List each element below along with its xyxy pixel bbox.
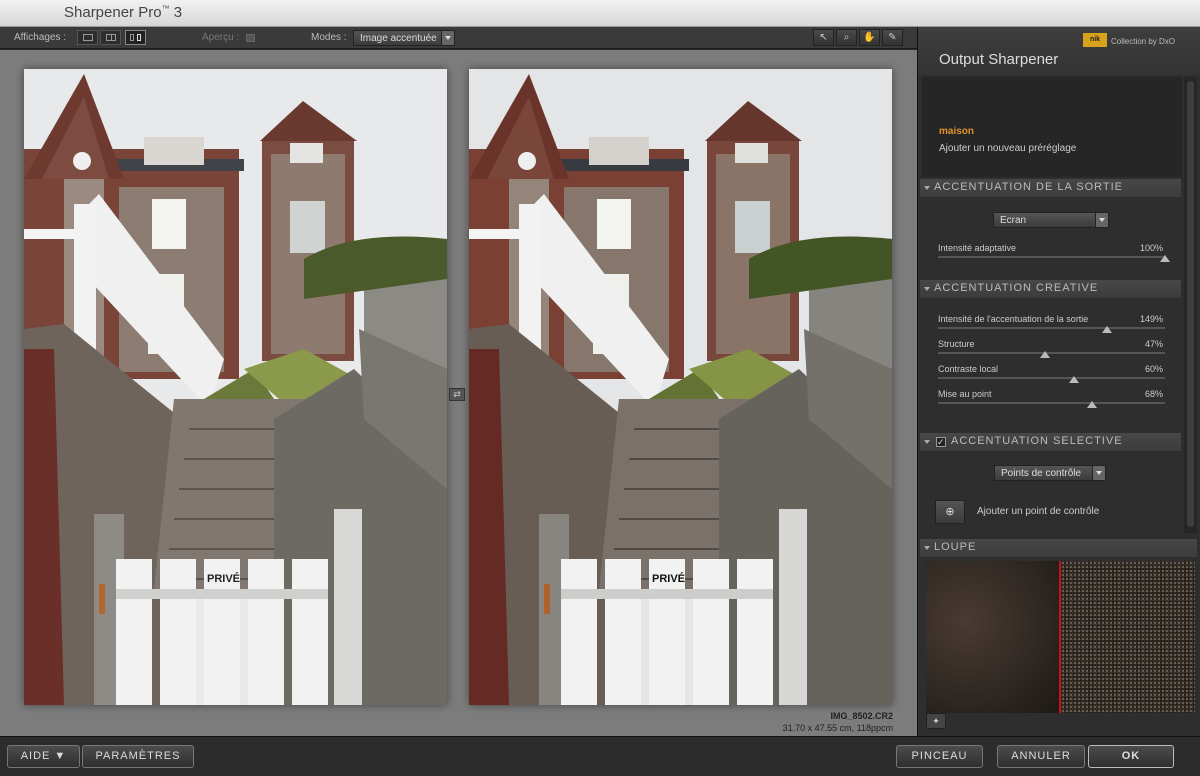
control-point-icon: ⊕ [945, 506, 955, 518]
slider-handle[interactable] [1087, 396, 1098, 408]
swap-icon: ⇄ [453, 389, 461, 399]
gate-sign-text: PRIVÉ [207, 572, 240, 585]
side-by-side-button[interactable] [125, 30, 146, 45]
settings-button[interactable]: PARAMÈTRES [82, 745, 194, 768]
loupe-divider[interactable] [1059, 561, 1061, 713]
bottom-bar: AIDE ▼ PARAMÈTRES PINCEAU ANNULER OK [0, 736, 1200, 776]
control-point-dropdown[interactable]: Points de contrôle [994, 465, 1106, 481]
mode-dropdown[interactable]: Image accentuée [353, 30, 455, 46]
image-viewer[interactable]: PRIVÉ PRIVÉ ⇄ IMG_8502.CR2 31.70 x 47.55… [0, 50, 917, 736]
original-image[interactable]: PRIVÉ [24, 69, 447, 705]
add-control-point-button[interactable]: ⊕ [935, 500, 965, 524]
preview-label: Aperçu : [202, 32, 240, 43]
original-photo: PRIVÉ [24, 69, 447, 705]
loupe-view[interactable] [926, 561, 1195, 713]
split-view-button[interactable] [100, 30, 121, 45]
single-view-icon [83, 34, 93, 41]
slider-row[interactable]: Structure 47% [938, 339, 1165, 358]
slider-handle[interactable] [1069, 371, 1080, 383]
views-label: Affichages : [14, 32, 67, 43]
filter-name: Output Sharpener [939, 51, 1059, 68]
file-info: IMG_8502.CR2 31.70 x 47.55 cm, 118ppcm [783, 710, 893, 734]
pointer-icon: ↖ [819, 32, 828, 43]
selective-enable-checkbox[interactable]: ✓ [936, 437, 946, 447]
collapse-triangle-icon [924, 440, 930, 447]
nik-logo: nik [1083, 33, 1107, 47]
loupe-original [926, 561, 1059, 713]
preset-name[interactable]: maison [939, 126, 974, 137]
file-dimensions: 31.70 x 47.55 cm, 118ppcm [782, 723, 893, 733]
output-device-dropdown[interactable]: Ecran [993, 212, 1109, 228]
selective-sharpening-header[interactable]: ✓ ACCENTUATION SELECTIVE [920, 433, 1181, 451]
eyedropper-icon: ✎ [888, 32, 897, 43]
single-view-button[interactable] [77, 30, 98, 45]
slider-handle[interactable] [1160, 250, 1170, 262]
file-name: IMG_8502.CR2 [830, 711, 893, 721]
slider-handle[interactable] [1039, 346, 1050, 358]
collapse-triangle-icon [924, 546, 930, 553]
scrollbar-thumb[interactable] [1187, 81, 1194, 527]
loupe-header[interactable]: LOUPE [920, 539, 1197, 557]
swap-views-button[interactable]: ⇄ [449, 388, 465, 401]
cancel-button[interactable]: ANNULER [997, 745, 1085, 768]
brand-text: Collection by DxO [1111, 37, 1176, 46]
eyedropper-tool-button[interactable]: ✎ [882, 29, 903, 46]
preview-image[interactable]: PRIVÉ [469, 69, 892, 705]
slider-row[interactable]: Intensité de l'accentuation de la sortie… [938, 314, 1165, 333]
chevron-down-icon [1095, 213, 1108, 227]
title-bar: Sharpener Pro™ 3 [0, 0, 1200, 27]
slider-handle[interactable] [1102, 321, 1113, 333]
add-preset-link[interactable]: Ajouter un nouveau préréglage [939, 143, 1076, 154]
pin-icon: ✦ [932, 716, 940, 726]
chevron-down-icon [1092, 466, 1105, 480]
arrow-tool-button[interactable]: ↖ [813, 29, 834, 46]
modes-label: Modes : [311, 32, 347, 43]
slider-adaptive-intensity[interactable]: Intensité adaptative 100% [938, 243, 1170, 262]
collapse-triangle-icon [924, 186, 930, 193]
sharpener-app: Sharpener Pro™ 3 Affichages : Aperçu : M… [0, 0, 1200, 776]
ok-button[interactable]: OK [1088, 745, 1174, 768]
output-sharpening-header[interactable]: ACCENTUATION DE LA SORTIE [920, 179, 1181, 197]
loupe-pin-button[interactable]: ✦ [926, 713, 946, 729]
add-control-point-label: Ajouter un point de contrôle [977, 506, 1100, 517]
slider-row[interactable]: Mise au point 68% [938, 389, 1165, 408]
control-panel: nik Collection by DxO Output Sharpener m… [917, 27, 1200, 736]
collapse-triangle-icon [924, 287, 930, 294]
loupe-sharpened [1061, 561, 1195, 713]
view-toolbar: Affichages : Aperçu : Modes : Image acce… [0, 27, 917, 49]
creative-sharpening-header[interactable]: ACCENTUATION CREATIVE [920, 280, 1181, 298]
magnifier-icon: ⌕ [843, 32, 850, 43]
app-title: Sharpener Pro™ 3 [64, 4, 183, 21]
help-button[interactable]: AIDE ▼ [7, 745, 80, 768]
panel-scrollbar[interactable] [1184, 77, 1197, 533]
hand-icon: ✋ [863, 32, 876, 43]
panel-header: nik Collection by DxO Output Sharpener [918, 27, 1200, 75]
preset-area: maison Ajouter un nouveau préréglage [922, 77, 1182, 177]
preview-checkbox[interactable] [246, 34, 255, 42]
side-by-side-icon [130, 34, 134, 41]
gate-sign-text-preview: PRIVÉ [652, 572, 685, 585]
preview-photo: PRIVÉ [469, 69, 892, 705]
hand-tool-button[interactable]: ✋ [859, 29, 880, 46]
zoom-tool-button[interactable]: ⌕ [836, 29, 857, 46]
split-view-icon [106, 34, 116, 41]
chevron-down-icon [441, 31, 454, 45]
slider-row[interactable]: Contraste local 60% [938, 364, 1165, 383]
brush-button[interactable]: PINCEAU [896, 745, 983, 768]
